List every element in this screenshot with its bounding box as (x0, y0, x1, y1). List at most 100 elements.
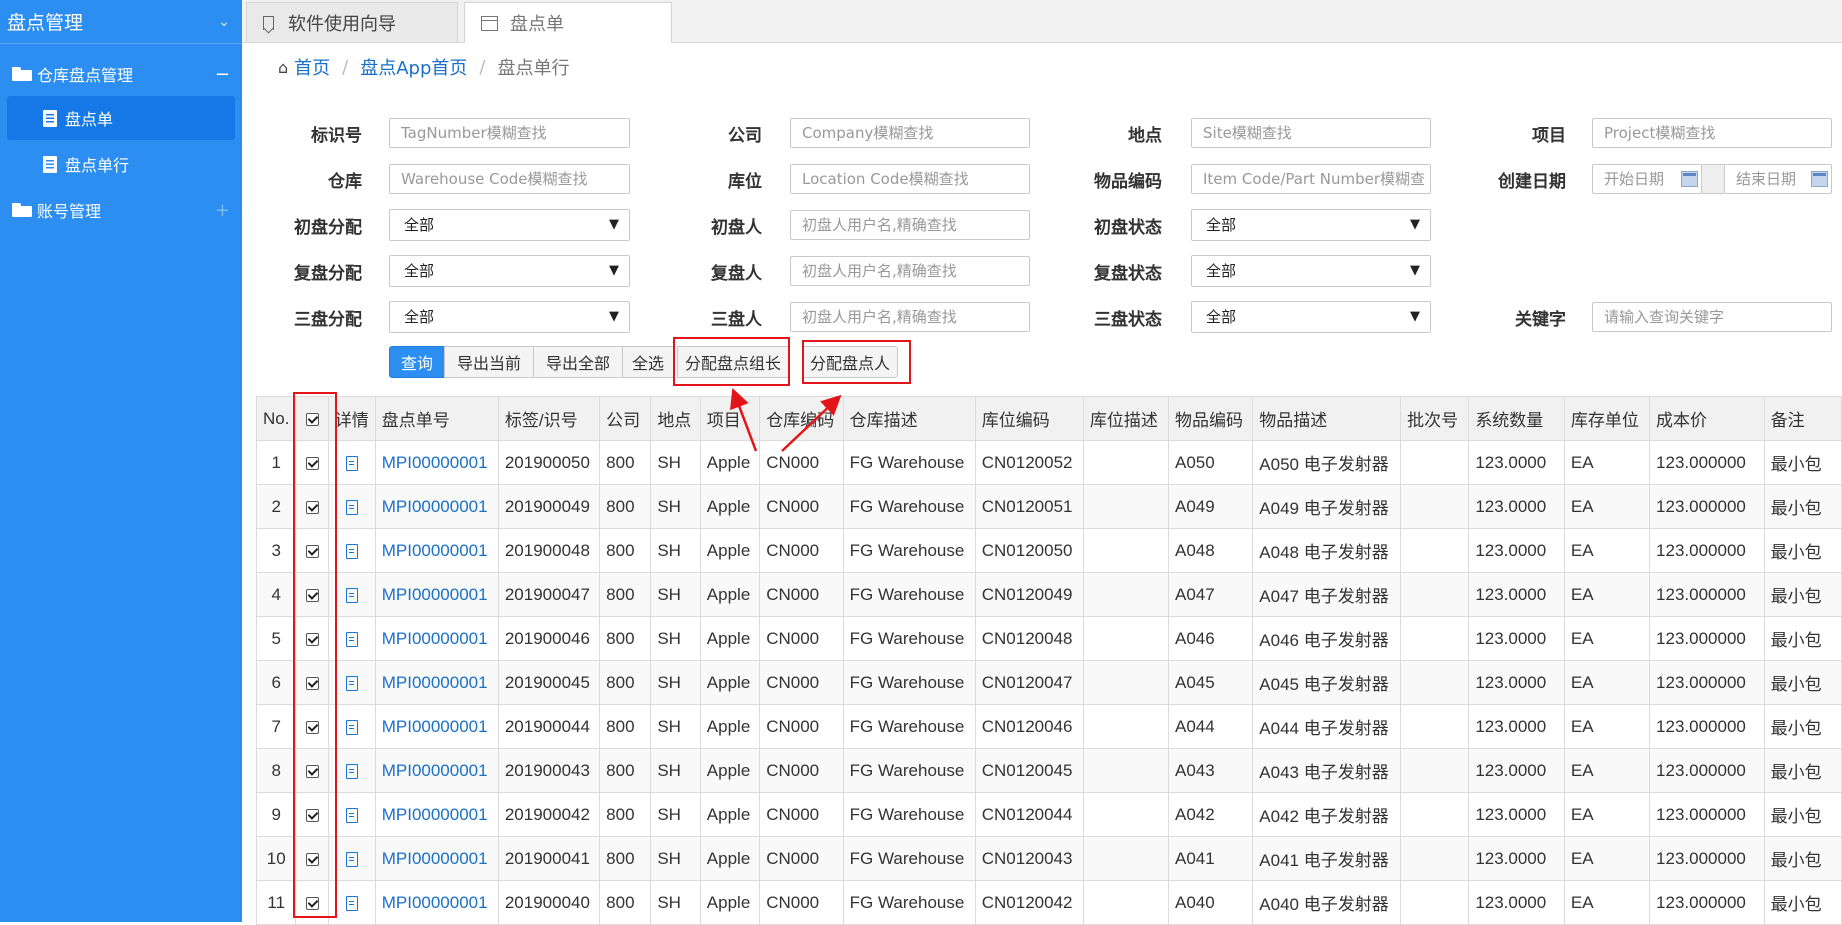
file-icon[interactable] (345, 719, 358, 735)
table-row[interactable]: 5 MPI00000001 201900046 800 SH Apple CN000 FG W… (255, 616, 1842, 661)
checkbox-icon[interactable] (305, 456, 319, 470)
column-header[interactable]: 批次号 (1400, 396, 1470, 441)
row-detail[interactable] (327, 836, 376, 881)
first-assign-select[interactable]: 全部 ▼ (389, 209, 630, 241)
row-detail[interactable] (327, 440, 376, 485)
column-header[interactable]: 盘点单号 (374, 396, 499, 441)
sidebar-header[interactable]: 盘点管理 ⌄ (0, 0, 242, 44)
file-icon[interactable] (345, 631, 358, 647)
export-current-button[interactable]: 导出当前 (444, 346, 534, 378)
second-assign-select[interactable]: 全部 ▼ (389, 255, 630, 287)
column-header[interactable]: 地点 (650, 396, 701, 441)
order-link[interactable]: MPI00000001 (382, 629, 488, 648)
tab-stocktake[interactable]: 盘点单 (464, 2, 672, 43)
checkbox-icon[interactable] (305, 808, 319, 822)
breadcrumb-parent[interactable]: 盘点App首页 (360, 54, 467, 80)
order-link[interactable]: MPI00000001 (382, 497, 488, 516)
checkbox-icon[interactable] (305, 720, 319, 734)
order-link[interactable]: MPI00000001 (382, 893, 488, 912)
third-user-input[interactable]: 初盘人用户名,精确查找 (790, 302, 1030, 332)
column-header[interactable]: 库位描述 (1082, 396, 1169, 441)
checkbox-icon[interactable] (305, 764, 319, 778)
first-status-select[interactable]: 全部 ▼ (1191, 209, 1431, 241)
order-link[interactable]: MPI00000001 (382, 541, 488, 560)
assign-leader-button[interactable]: 分配盘点组长 (677, 346, 789, 378)
file-icon[interactable] (345, 895, 358, 911)
project-input[interactable]: Project模糊查找 (1592, 118, 1832, 148)
start-date-input[interactable]: 开始日期 (1592, 164, 1702, 194)
second-status-select[interactable]: 全部 ▼ (1191, 255, 1431, 287)
row-detail[interactable] (327, 572, 376, 617)
row-checkbox[interactable] (295, 748, 329, 793)
second-user-input[interactable]: 初盘人用户名,精确查找 (790, 256, 1030, 286)
tag-number-input[interactable]: TagNumber模糊查找 (389, 118, 630, 148)
table-row[interactable]: 3 MPI00000001 201900048 800 SH Apple CN000 FG W… (255, 528, 1842, 573)
calendar-icon[interactable] (1811, 171, 1828, 187)
col-order-no[interactable]: MPI00000001 (374, 528, 499, 573)
column-header[interactable]: 物品编码 (1167, 396, 1254, 441)
col-order-no[interactable]: MPI00000001 (374, 792, 499, 837)
table-row[interactable]: 10 MPI00000001 201900041 800 SH Apple CN000 FG … (255, 836, 1842, 881)
collapse-icon[interactable]: − (215, 64, 230, 85)
order-link[interactable]: MPI00000001 (382, 717, 488, 736)
column-header[interactable]: 物品描述 (1252, 396, 1402, 441)
table-row[interactable]: 7 MPI00000001 201900044 800 SH Apple CN000 FG W… (255, 704, 1842, 749)
file-icon[interactable] (345, 851, 358, 867)
sidebar-item-stocktake[interactable]: 盘点单 (7, 96, 235, 140)
third-status-select[interactable]: 全部 ▼ (1191, 301, 1431, 333)
row-detail[interactable] (327, 484, 376, 529)
expand-icon[interactable]: + (215, 200, 230, 221)
file-icon[interactable] (345, 675, 358, 691)
row-checkbox[interactable] (295, 572, 329, 617)
file-icon[interactable] (345, 455, 358, 471)
file-icon[interactable] (345, 543, 358, 559)
column-header[interactable]: 标签/识号 (497, 396, 601, 441)
column-header[interactable]: 项目 (699, 396, 761, 441)
column-header[interactable]: 成本价 (1649, 396, 1765, 441)
file-icon[interactable] (345, 807, 358, 823)
column-header[interactable]: 仓库描述 (842, 396, 976, 441)
table-row[interactable]: 1 MPI00000001 201900050 800 SH Apple CN000 FG W… (255, 440, 1842, 485)
keyword-input[interactable]: 请输入查询关键字 (1592, 302, 1832, 332)
row-detail[interactable] (327, 704, 376, 749)
end-date-input[interactable]: 结束日期 (1724, 164, 1832, 194)
order-link[interactable]: MPI00000001 (382, 585, 488, 604)
checkbox-icon[interactable] (305, 632, 319, 646)
column-header[interactable]: 公司 (599, 396, 652, 441)
order-link[interactable]: MPI00000001 (382, 673, 488, 692)
column-header[interactable]: 库存单位 (1563, 396, 1651, 441)
order-link[interactable]: MPI00000001 (382, 453, 488, 472)
column-header[interactable]: 库位编码 (974, 396, 1084, 441)
site-input[interactable]: Site模糊查找 (1191, 118, 1431, 148)
row-detail[interactable] (327, 528, 376, 573)
warehouse-code-input[interactable]: Warehouse Code模糊查找 (389, 164, 630, 194)
checkbox-icon[interactable] (305, 412, 319, 426)
row-checkbox[interactable] (295, 792, 329, 837)
table-row[interactable]: 4 MPI00000001 201900047 800 SH Apple CN000 FG W… (255, 572, 1842, 617)
breadcrumb-home[interactable]: 首页 (294, 54, 330, 80)
row-checkbox[interactable] (295, 440, 329, 485)
company-input[interactable]: Company模糊查找 (790, 118, 1030, 148)
row-checkbox[interactable] (295, 484, 329, 529)
row-detail[interactable] (327, 616, 376, 661)
col-order-no[interactable]: MPI00000001 (374, 704, 499, 749)
assign-counter-button[interactable]: 分配盘点人 (802, 346, 898, 378)
col-order-no[interactable]: MPI00000001 (374, 660, 499, 705)
export-all-button[interactable]: 导出全部 (533, 346, 623, 378)
row-checkbox[interactable] (295, 880, 329, 925)
row-checkbox[interactable] (295, 660, 329, 705)
col-order-no[interactable]: MPI00000001 (374, 880, 499, 925)
col-order-no[interactable]: MPI00000001 (374, 572, 499, 617)
file-icon[interactable] (345, 763, 358, 779)
select-all-button[interactable]: 全选 (622, 346, 674, 378)
table-row[interactable]: 8 MPI00000001 201900043 800 SH Apple CN000 FG W… (255, 748, 1842, 793)
col-order-no[interactable]: MPI00000001 (374, 484, 499, 529)
row-detail[interactable] (327, 792, 376, 837)
row-checkbox[interactable] (295, 616, 329, 661)
checkbox-icon[interactable] (305, 676, 319, 690)
sidebar-group-warehouse[interactable]: 仓库盘点管理 − (0, 52, 242, 96)
checkbox-icon[interactable] (305, 896, 319, 910)
third-assign-select[interactable]: 全部 ▼ (389, 301, 630, 333)
sidebar-group-account[interactable]: 账号管理 + (0, 188, 242, 232)
col-order-no[interactable]: MPI00000001 (374, 616, 499, 661)
